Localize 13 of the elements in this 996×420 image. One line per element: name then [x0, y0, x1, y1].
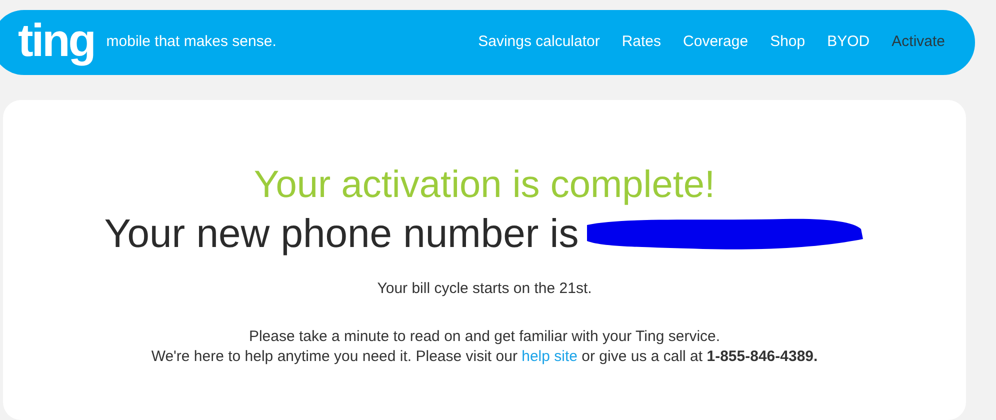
nav-link[interactable]: Rates — [622, 31, 662, 54]
tagline: mobile that makes sense. — [106, 32, 276, 52]
help-site-link[interactable]: help site — [522, 348, 578, 364]
help-text: We're here to help anytime you need it. Please visit our help site or give us a call at 1-855-846-4389. — [151, 346, 818, 366]
nav-link[interactable]: Coverage — [683, 31, 748, 54]
success-heading: Your activation is complete! — [254, 163, 716, 208]
intro-text: Please take a minute to read on and get familiar with your Ting service. — [248, 326, 720, 346]
nav-link[interactable]: BYOD — [827, 31, 870, 54]
phone-number-line: Your new phone number is — [104, 211, 579, 258]
nav-link[interactable]: Activate — [892, 31, 945, 54]
bill-cycle-text: Your bill cycle starts on the 21st. — [377, 279, 592, 299]
nav-link[interactable]: Shop — [770, 31, 806, 54]
nav-link[interactable]: Savings calculator — [478, 31, 600, 54]
